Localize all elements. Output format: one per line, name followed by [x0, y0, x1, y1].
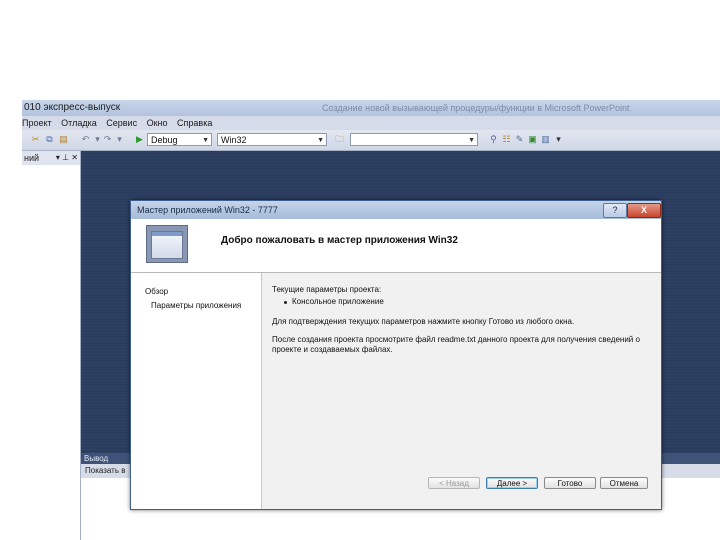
dialog-title-bar: Мастер приложений Win32 - 7777 ? X	[131, 201, 661, 219]
toolbar-options-icon[interactable]: ▾	[553, 134, 564, 145]
ide-window-title-faint: Создание новой вызывающей процедуры/функ…	[322, 103, 630, 113]
left-panel-title: ний	[24, 153, 40, 163]
undo-icon[interactable]: ↶	[80, 134, 91, 145]
find-icon[interactable]: ⚲	[488, 134, 499, 145]
cut-icon[interactable]: ✂	[30, 134, 41, 145]
platform-value: Win32	[221, 135, 247, 145]
paste-icon[interactable]: ▤	[58, 134, 69, 145]
solution-explorer-icon[interactable]: ☷	[501, 134, 512, 145]
configuration-select[interactable]: Debug ▼	[147, 133, 212, 146]
readme-instructions-line1: После создания проекта просмотрите файл …	[272, 335, 640, 344]
readme-instructions-line2: проекте и создаваемых файлах.	[272, 345, 393, 354]
platform-select[interactable]: Win32 ▼	[217, 133, 327, 146]
find-in-files-icon[interactable]: 🗀	[334, 134, 345, 145]
panel-controls-icon[interactable]: ▾ ⊥ ✕	[56, 151, 78, 165]
help-button[interactable]: ?	[603, 203, 627, 218]
chevron-down-icon: ▼	[468, 137, 475, 144]
current-params-heading: Текущие параметры проекта:	[272, 285, 382, 294]
dialog-title: Мастер приложений Win32 - 7777	[137, 205, 278, 215]
cancel-button[interactable]: Отмена	[600, 477, 648, 489]
bullet-icon	[284, 301, 287, 304]
ide-title-bar: 010 экспресс-выпуск Создание новой вызыв…	[22, 100, 720, 116]
menu-tools[interactable]: Сервис	[106, 118, 137, 128]
left-tool-panel: ний ▾ ⊥ ✕	[22, 151, 81, 540]
win32-wizard-dialog: Мастер приложений Win32 - 7777 ? X Добро…	[130, 200, 662, 510]
wizard-navigation: Обзор Параметры приложения	[131, 273, 262, 509]
properties-icon[interactable]: ✎	[514, 134, 525, 145]
next-button[interactable]: Далее >	[486, 477, 538, 489]
standard-toolbar: ✂ ⧉ ▤ ↶ ▾ ↷ ▾ ▶ Debug ▼ Win32 ▼ 🗀 ▼ ⚲ ☷ …	[22, 130, 720, 151]
wizard-content: Текущие параметры проекта: Консольное пр…	[262, 273, 661, 509]
output-title: Вывод	[84, 454, 109, 463]
copy-icon[interactable]: ⧉	[44, 134, 55, 145]
configuration-value: Debug	[151, 135, 178, 145]
menu-window[interactable]: Окно	[147, 118, 168, 128]
ide-title: 010 экспресс-выпуск	[24, 102, 121, 113]
chevron-down-icon: ▼	[317, 137, 324, 144]
left-panel-header: ний ▾ ⊥ ✕	[22, 151, 80, 165]
menu-debug[interactable]: Отладка	[61, 118, 97, 128]
redo-icon[interactable]: ↷	[102, 134, 113, 145]
finish-button[interactable]: Готово	[544, 477, 596, 489]
start-debug-icon[interactable]: ▶	[134, 134, 145, 145]
output-show-label: Показать в	[85, 466, 126, 475]
project-type-item: Консольное приложение	[292, 297, 384, 306]
chevron-down-icon: ▼	[202, 137, 209, 144]
close-button[interactable]: X	[627, 203, 661, 218]
find-combo[interactable]: ▼	[350, 133, 478, 146]
confirm-instructions: Для подтверждения текущих параметров наж…	[272, 317, 575, 326]
toolbox-icon[interactable]: ▣	[527, 134, 538, 145]
back-button[interactable]: < Назад	[428, 477, 480, 489]
nav-item-application-settings[interactable]: Параметры приложения	[151, 301, 241, 310]
dialog-header: Добро пожаловать в мастер приложения Win…	[131, 219, 661, 273]
menu-help[interactable]: Справка	[177, 118, 212, 128]
menu-project[interactable]: Проект	[22, 118, 52, 128]
wizard-header-title: Добро пожаловать в мастер приложения Win…	[221, 235, 458, 246]
wizard-window-icon	[146, 225, 188, 263]
menu-bar: Проект Отладка Сервис Окно Справка	[22, 116, 720, 130]
nav-item-overview[interactable]: Обзор	[145, 287, 168, 296]
redo-dropdown-icon[interactable]: ▾	[114, 134, 125, 145]
class-view-icon[interactable]: ▥	[540, 134, 551, 145]
